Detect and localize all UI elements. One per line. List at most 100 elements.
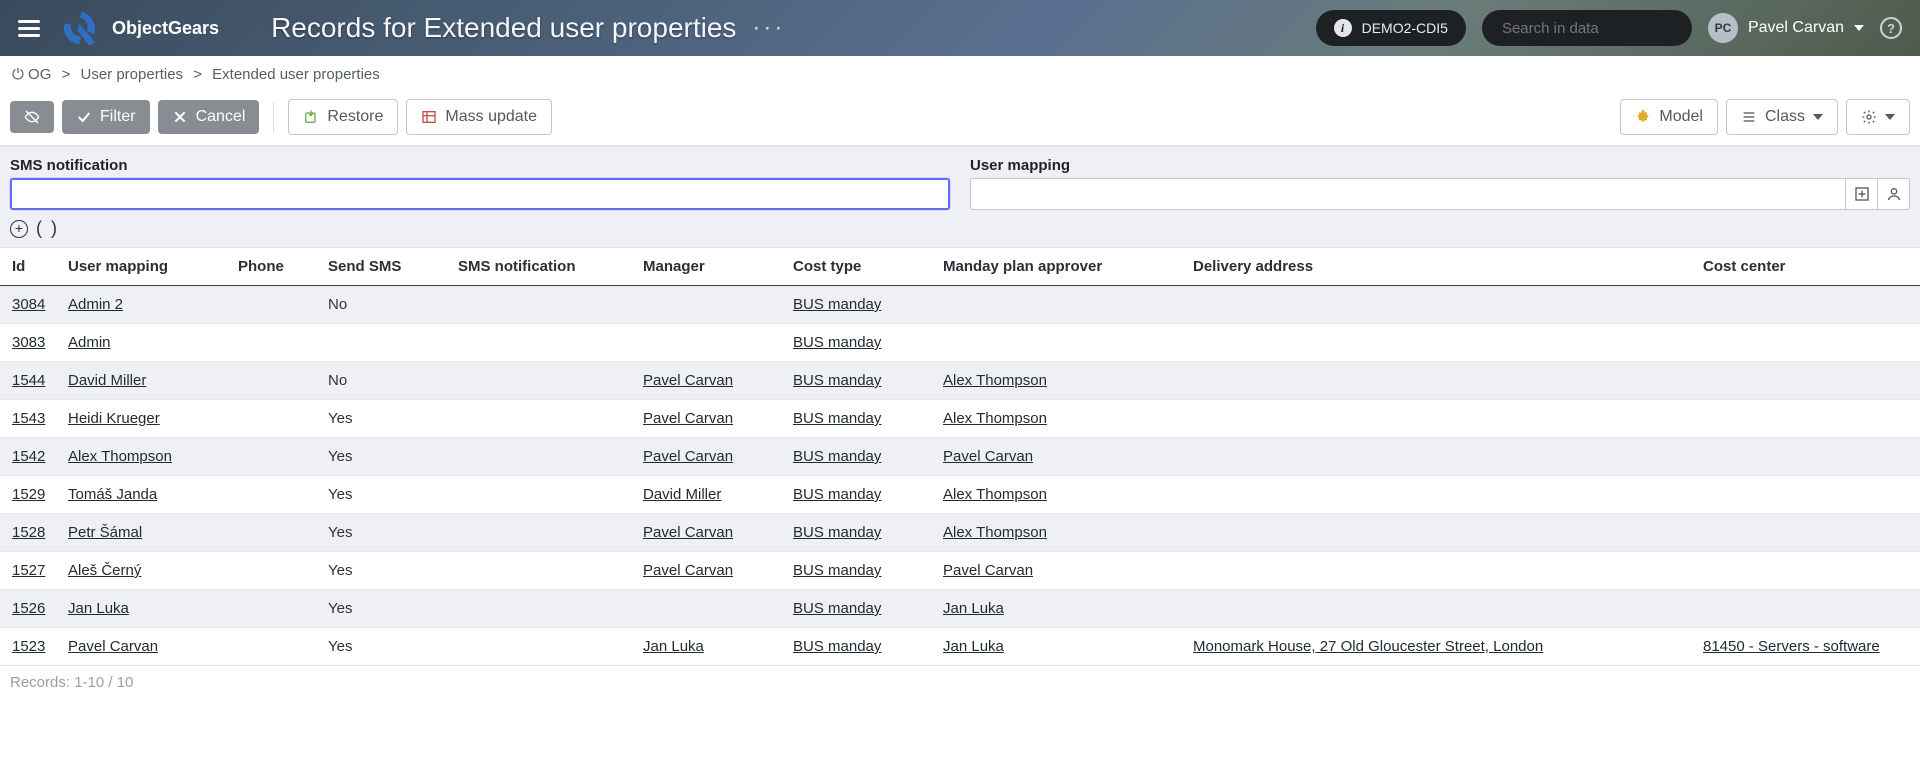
link-user_mapping[interactable]: Admin 2: [68, 296, 123, 313]
link-cost_type[interactable]: BUS manday: [793, 524, 881, 541]
usermapping-select-user-button[interactable]: [1878, 178, 1910, 210]
col-sms-notification[interactable]: SMS notification: [450, 248, 635, 286]
link-manager[interactable]: Pavel Carvan: [643, 410, 733, 427]
cell-user_mapping: Heidi Krueger: [60, 400, 230, 438]
link-user_mapping[interactable]: Alex Thompson: [68, 448, 172, 465]
filter-button[interactable]: Filter: [62, 100, 150, 134]
cancel-button[interactable]: Cancel: [158, 100, 260, 134]
search-input[interactable]: [1500, 19, 1703, 38]
environment-pill[interactable]: i DEMO2-CDI5: [1316, 10, 1466, 46]
link-cost_type[interactable]: BUS manday: [793, 372, 881, 389]
link-delivery_address[interactable]: Monomark House, 27 Old Gloucester Street…: [1193, 638, 1543, 655]
link-user_mapping[interactable]: Heidi Krueger: [68, 410, 160, 427]
link-cost_type[interactable]: BUS manday: [793, 638, 881, 655]
link-id[interactable]: 1528: [12, 524, 45, 541]
link-user_mapping[interactable]: Pavel Carvan: [68, 638, 158, 655]
hide-columns-button[interactable]: [10, 101, 54, 133]
help-icon[interactable]: ?: [1880, 17, 1902, 39]
model-button[interactable]: Model: [1620, 99, 1718, 135]
cell-id: 1526: [0, 590, 60, 628]
settings-dropdown[interactable]: [1846, 99, 1910, 135]
cell-cost_type: BUS manday: [785, 552, 935, 590]
col-id[interactable]: Id: [0, 248, 60, 286]
link-manday_approver[interactable]: Jan Luka: [943, 638, 1004, 655]
link-id[interactable]: 1527: [12, 562, 45, 579]
link-user_mapping[interactable]: Jan Luka: [68, 600, 129, 617]
cell-manager: [635, 324, 785, 362]
cell-send_sms: No: [320, 362, 450, 400]
link-cost_type[interactable]: BUS manday: [793, 296, 881, 313]
link-id[interactable]: 3084: [12, 296, 45, 313]
link-user_mapping[interactable]: David Miller: [68, 372, 146, 389]
link-cost_type[interactable]: BUS manday: [793, 486, 881, 503]
cell-user_mapping: Admin 2: [60, 286, 230, 324]
brand-block[interactable]: ObjectGears: [60, 10, 219, 46]
link-manday_approver[interactable]: Alex Thompson: [943, 372, 1047, 389]
usermapping-filter-input[interactable]: [970, 178, 1846, 210]
link-cost_type[interactable]: BUS manday: [793, 448, 881, 465]
breadcrumb-level2[interactable]: Extended user properties: [212, 66, 380, 83]
link-id[interactable]: 1544: [12, 372, 45, 389]
cell-cost_center: [1695, 476, 1920, 514]
cell-id: 1544: [0, 362, 60, 400]
cell-sms_notification: [450, 400, 635, 438]
mass-update-button[interactable]: Mass update: [406, 99, 552, 135]
link-manager[interactable]: Pavel Carvan: [643, 448, 733, 465]
link-id[interactable]: 1526: [12, 600, 45, 617]
link-manday_approver[interactable]: Jan Luka: [943, 600, 1004, 617]
col-cost-type[interactable]: Cost type: [785, 248, 935, 286]
col-delivery-address[interactable]: Delivery address: [1185, 248, 1695, 286]
link-manday_approver[interactable]: Alex Thompson: [943, 486, 1047, 503]
toolbar: Filter Cancel Restore Mass update Model …: [0, 93, 1920, 146]
link-manday_approver[interactable]: Alex Thompson: [943, 410, 1047, 427]
cell-phone: [230, 286, 320, 324]
link-manager[interactable]: Pavel Carvan: [643, 524, 733, 541]
link-user_mapping[interactable]: Admin: [68, 334, 111, 351]
link-cost_type[interactable]: BUS manday: [793, 410, 881, 427]
usermapping-add-button[interactable]: [1846, 178, 1878, 210]
link-manager[interactable]: Pavel Carvan: [643, 372, 733, 389]
link-cost_center[interactable]: 81450 - Servers - software: [1703, 638, 1880, 655]
link-id[interactable]: 1523: [12, 638, 45, 655]
sms-filter-input[interactable]: [10, 178, 950, 210]
class-dropdown[interactable]: Class: [1726, 99, 1838, 135]
link-manday_approver[interactable]: Pavel Carvan: [943, 562, 1033, 579]
link-cost_type[interactable]: BUS manday: [793, 600, 881, 617]
link-user_mapping[interactable]: Petr Šámal: [68, 524, 142, 541]
cell-phone: [230, 552, 320, 590]
cell-manday_approver: Alex Thompson: [935, 514, 1185, 552]
search-pill[interactable]: [1482, 10, 1692, 46]
col-manager[interactable]: Manager: [635, 248, 785, 286]
breadcrumb-level1[interactable]: User properties: [81, 66, 184, 83]
add-condition-icon[interactable]: [10, 220, 28, 238]
col-phone[interactable]: Phone: [230, 248, 320, 286]
cell-manday_approver: Alex Thompson: [935, 476, 1185, 514]
link-manager[interactable]: Pavel Carvan: [643, 562, 733, 579]
hamburger-menu[interactable]: [18, 20, 40, 37]
link-cost_type[interactable]: BUS manday: [793, 562, 881, 579]
restore-button[interactable]: Restore: [288, 99, 398, 135]
link-id[interactable]: 3083: [12, 334, 45, 351]
table-row: 1527Aleš ČernýYesPavel CarvanBUS mandayP…: [0, 552, 1920, 590]
title-more-icon[interactable]: ···: [752, 14, 785, 42]
link-user_mapping[interactable]: Aleš Černý: [68, 562, 141, 579]
col-manday-approver[interactable]: Manday plan approver: [935, 248, 1185, 286]
link-manday_approver[interactable]: Pavel Carvan: [943, 448, 1033, 465]
link-cost_type[interactable]: BUS manday: [793, 334, 881, 351]
link-id[interactable]: 1543: [12, 410, 45, 427]
col-cost-center[interactable]: Cost center: [1695, 248, 1920, 286]
plus-square-icon: [1854, 186, 1870, 202]
link-manday_approver[interactable]: Alex Thompson: [943, 524, 1047, 541]
link-id[interactable]: 1529: [12, 486, 45, 503]
col-send-sms[interactable]: Send SMS: [320, 248, 450, 286]
link-user_mapping[interactable]: Tomáš Janda: [68, 486, 157, 503]
user-menu[interactable]: PC Pavel Carvan: [1708, 13, 1864, 43]
cell-cost_type: BUS manday: [785, 286, 935, 324]
filter-expression-row: ( ): [10, 210, 1910, 239]
col-user-mapping[interactable]: User mapping: [60, 248, 230, 286]
link-manager[interactable]: Jan Luka: [643, 638, 704, 655]
breadcrumb-root[interactable]: OG: [28, 66, 51, 83]
link-id[interactable]: 1542: [12, 448, 45, 465]
link-manager[interactable]: David Miller: [643, 486, 721, 503]
power-icon[interactable]: ⏻: [12, 66, 24, 83]
